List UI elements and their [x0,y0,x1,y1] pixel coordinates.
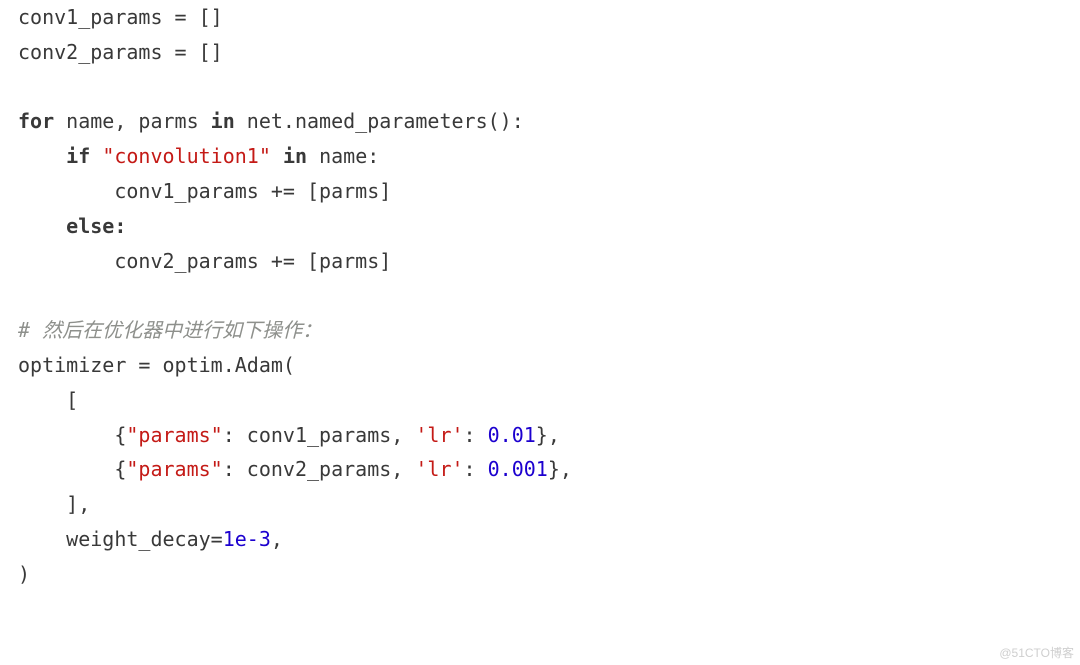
code-line: [ [18,388,78,412]
code-line: {"params": conv2_params, 'lr': 0.001}, [18,457,572,481]
code-line: conv2_params += [parms] [18,249,391,273]
code-line: if "convolution1" in name: [18,144,379,168]
code-line: conv1_params += [parms] [18,179,391,203]
code-line: else: [18,214,126,238]
watermark: @51CTO博客 [999,644,1074,661]
code-line: conv2_params = [] [18,40,223,64]
code-line: # 然后在优化器中进行如下操作： [18,318,322,342]
code-line: ], [18,492,90,516]
code-block: conv1_params = [] conv2_params = [] for … [0,0,1080,592]
code-line: conv1_params = [] [18,5,223,29]
code-line: ) [18,562,30,586]
code-line: {"params": conv1_params, 'lr': 0.01}, [18,423,560,447]
code-line: optimizer = optim.Adam( [18,353,295,377]
code-line: for name, parms in net.named_parameters(… [18,109,524,133]
code-line: weight_decay=1e-3, [18,527,283,551]
